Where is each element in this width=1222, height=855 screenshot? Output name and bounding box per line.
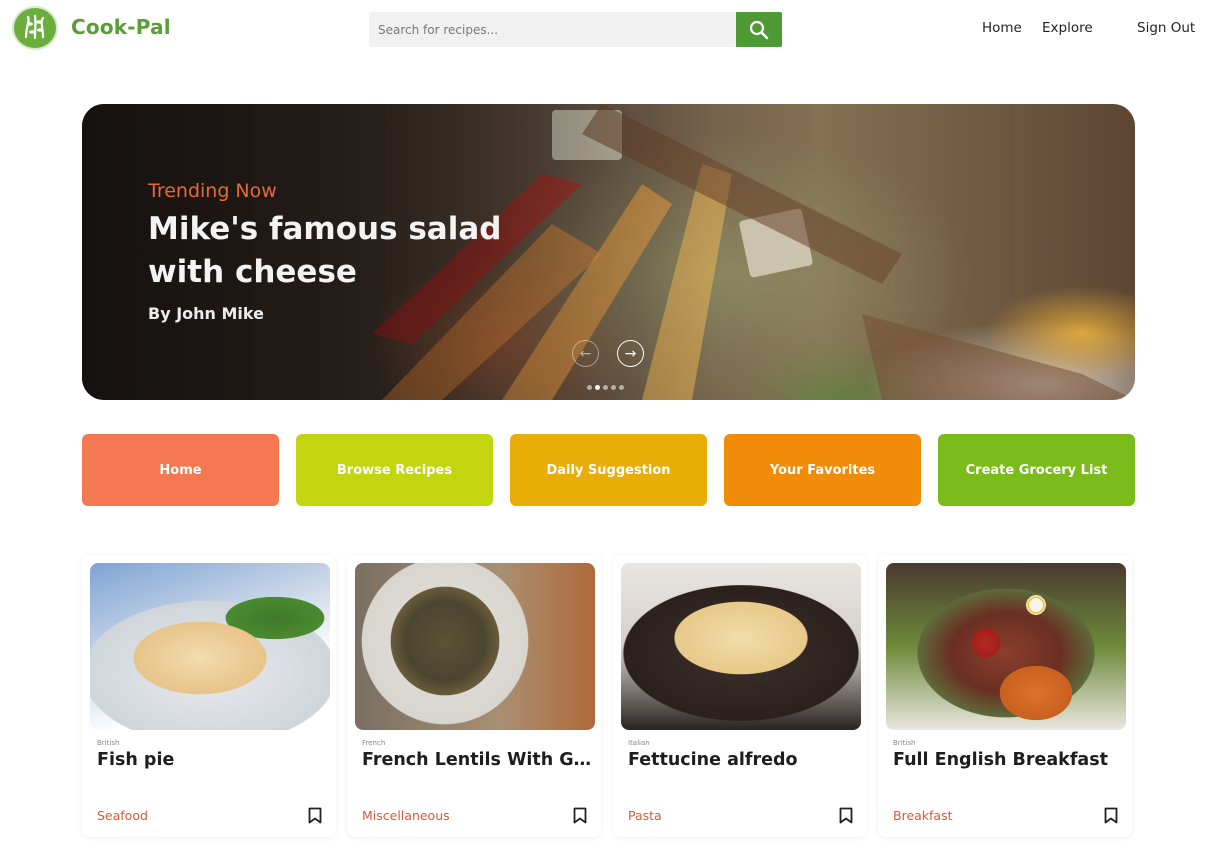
recipe-title[interactable]: Fish pie <box>97 750 333 770</box>
nav-explore-link[interactable]: Explore <box>1042 20 1093 36</box>
recipe-title[interactable]: Fettucine alfredo <box>628 750 864 770</box>
carousel-dot[interactable] <box>611 385 616 390</box>
arrow-left-icon: ← <box>579 345 592 362</box>
bookmark-button[interactable] <box>838 806 854 824</box>
recipe-cuisine: Italian <box>628 739 650 747</box>
hero-author: By John Mike <box>148 304 264 323</box>
bookmark-button[interactable] <box>1103 806 1119 824</box>
recipe-image[interactable] <box>355 563 595 730</box>
category-create-grocery-list-button[interactable]: Create Grocery List <box>938 434 1135 506</box>
carousel-prev-button[interactable]: ← <box>572 340 599 367</box>
recipe-card[interactable]: British Full English Breakfast Breakfast <box>878 555 1132 837</box>
bookmark-icon <box>573 807 587 823</box>
hero-carousel[interactable]: Trending Now Mike's famous salad with ch… <box>82 104 1135 400</box>
carousel-dot[interactable] <box>595 385 600 390</box>
bookmark-icon <box>308 807 322 823</box>
carousel-dot[interactable] <box>619 385 624 390</box>
recipe-image[interactable] <box>621 563 861 730</box>
category-your-favorites-button[interactable]: Your Favorites <box>724 434 921 506</box>
category-home-button[interactable]: Home <box>82 434 279 506</box>
search-icon <box>749 20 769 39</box>
search-bar <box>369 12 782 47</box>
recipe-card[interactable]: French French Lentils With Garlic and Th… <box>347 555 601 837</box>
bookmark-icon <box>1104 807 1118 823</box>
recipe-title[interactable]: French Lentils With Garlic and Thyme <box>362 750 598 770</box>
recipe-category-tag[interactable]: Miscellaneous <box>362 808 450 823</box>
recipe-category-tag[interactable]: Breakfast <box>893 808 953 823</box>
category-browse-recipes-button[interactable]: Browse Recipes <box>296 434 493 506</box>
search-button[interactable] <box>736 12 782 47</box>
hero-kicker: Trending Now <box>148 180 277 202</box>
sign-out-link[interactable]: Sign Out <box>1137 20 1195 36</box>
recipe-title[interactable]: Full English Breakfast <box>893 750 1129 770</box>
recipe-image[interactable] <box>90 563 330 730</box>
recipe-category-tag[interactable]: Pasta <box>628 808 662 823</box>
bookmark-button[interactable] <box>572 806 588 824</box>
carousel-dot[interactable] <box>603 385 608 390</box>
recipe-category-tag[interactable]: Seafood <box>97 808 148 823</box>
recipe-cuisine: British <box>97 739 120 747</box>
carousel-next-button[interactable]: → <box>617 340 644 367</box>
hero-title[interactable]: Mike's famous salad with cheese <box>148 208 548 294</box>
bookmark-icon <box>839 807 853 823</box>
recipe-card[interactable]: British Fish pie Seafood <box>82 555 336 837</box>
carousel-dot[interactable] <box>587 385 592 390</box>
brand-name[interactable]: Cook-Pal <box>71 15 171 39</box>
recipe-cuisine: British <box>893 739 916 747</box>
nav-home-link[interactable]: Home <box>982 20 1022 36</box>
search-input[interactable] <box>369 12 736 47</box>
logo-icon[interactable] <box>12 6 58 50</box>
recipe-card[interactable]: Italian Fettucine alfredo Pasta <box>613 555 867 837</box>
carousel-dots <box>587 385 624 390</box>
bookmark-button[interactable] <box>307 806 323 824</box>
recipe-image[interactable] <box>886 563 1126 730</box>
category-daily-suggestion-button[interactable]: Daily Suggestion <box>510 434 707 506</box>
recipe-cuisine: French <box>362 739 386 747</box>
arrow-right-icon: → <box>624 345 637 362</box>
header: Cook-Pal Home Explore Sign Out <box>0 0 1222 60</box>
